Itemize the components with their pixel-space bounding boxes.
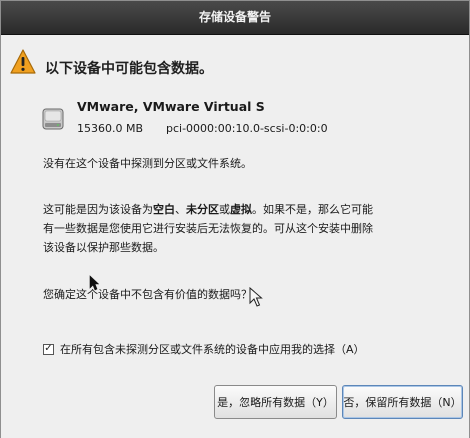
blank-term: 空白 (153, 203, 175, 216)
storage-warning-dialog: 存储设备警告 以下设备中可能包含数据。 VMware, VMware Virtu… (0, 0, 470, 438)
explanation-prefix: 这可能是因为该设备为 (43, 203, 153, 216)
dialog-content: 以下设备中可能包含数据。 VMware, VMware Virtual S 15… (1, 35, 469, 438)
device-name: VMware, VMware Virtual S (77, 99, 265, 114)
confirm-question: 您确定这个设备中不包含有价值的数据吗？ (43, 288, 252, 301)
warning-icon (10, 49, 36, 74)
separator: 、 (175, 203, 186, 216)
no-partition-message: 没有在这个设备中探测到分区或文件系统。 (43, 157, 252, 170)
apply-all-label[interactable]: 在所有包含未探测分区或文件系统的设备中应用我的选择（A） (60, 341, 365, 357)
unpartitioned-term: 未分区 (186, 203, 219, 216)
explanation-suffix: 。如果不是，那么它可能 (252, 203, 373, 216)
keep-all-data-button[interactable]: 否，保留所有数据（N） (342, 385, 463, 419)
device-path: pci-0000:00:10.0-scsi-0:0:0:0 (166, 122, 328, 135)
explanation-line-1: 这可能是因为该设备为空白、未分区或虚拟。如果不是，那么它可能 (43, 200, 373, 219)
mouse-pointer-icon (89, 275, 99, 291)
ignore-all-data-button[interactable]: 是，忽略所有数据（Y） (214, 385, 337, 419)
mouse-pointer-outline-icon (249, 287, 263, 307)
separator: 或 (219, 203, 230, 216)
explanation-line-2: 有一些数据是您使用它进行安装后无法恢复的。可从这个安装中删除 (43, 222, 373, 235)
virtual-term: 虚拟 (230, 203, 252, 216)
explanation-message: 这可能是因为该设备为空白、未分区或虚拟。如果不是，那么它可能 有一些数据是您使用… (43, 200, 373, 257)
window-title: 存储设备警告 (198, 10, 271, 24)
hard-disk-icon (42, 108, 64, 130)
explanation-line-3: 该设备以保护那些数据。 (43, 241, 164, 254)
title-bar[interactable]: 存储设备警告 (1, 1, 469, 35)
apply-all-checkbox[interactable]: ✓ (43, 343, 54, 355)
device-size: 15360.0 MB (77, 122, 144, 135)
dialog-heading: 以下设备中可能包含数据。 (45, 61, 213, 77)
apply-all-row[interactable]: ✓ 在所有包含未探测分区或文件系统的设备中应用我的选择（A） (43, 341, 365, 357)
